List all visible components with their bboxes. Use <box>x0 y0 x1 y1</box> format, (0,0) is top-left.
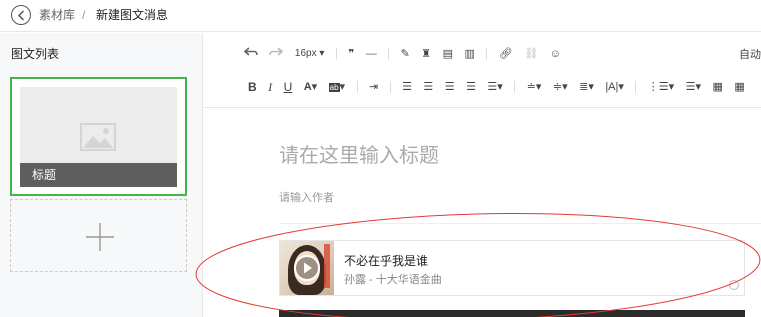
toolbar-divider <box>388 48 390 60</box>
ordered-list-icon[interactable]: ⋮☰▾ <box>648 77 674 97</box>
align-center-icon[interactable]: ☰ <box>423 77 433 97</box>
next-content-block <box>279 310 745 317</box>
paste-text-icon[interactable]: ▤ <box>443 44 453 64</box>
background-color-icon[interactable]: ab▾ <box>328 77 345 97</box>
song-artist: 孙露 - 十大华语金曲 <box>344 274 442 286</box>
toolbar-row-1: 16px ▾ ❞ — ✎ ♜ ▤ ▥ 🔗︎ ⛓︎ ☺ <box>243 44 568 64</box>
undo-icon[interactable] <box>243 44 258 64</box>
breadcrumb-current: 新建图文消息 <box>96 8 169 22</box>
auto-format-label[interactable]: 自动 <box>739 46 761 62</box>
font-color-icon[interactable]: A▾ <box>304 77 317 97</box>
document-icon[interactable]: ▥ <box>464 44 474 64</box>
play-icon[interactable] <box>294 255 320 281</box>
article-list-title: 图文列表 <box>11 47 60 61</box>
plus-icon <box>86 223 114 251</box>
link-icon[interactable]: 🔗︎ <box>499 44 513 64</box>
breadcrumb-root[interactable]: 素材库 <box>39 7 75 23</box>
toolbar-divider <box>486 48 488 60</box>
emoji-icon[interactable]: ☺ <box>550 44 561 64</box>
space-after-icon[interactable]: ≑▾ <box>553 77 568 97</box>
align-right-icon[interactable]: ☰ <box>445 77 455 97</box>
article-list-panel: 图文列表 标题 <box>0 33 203 317</box>
space-before-icon[interactable]: ≐▾ <box>527 77 542 97</box>
music-card[interactable]: 不必在乎我是谁 孙露 - 十大华语金曲 <box>279 240 745 296</box>
article-card-selected[interactable]: 标题 <box>10 77 187 196</box>
unordered-list-icon[interactable]: ☰▾ <box>686 77 701 97</box>
line-height-icon[interactable]: ≣▾ <box>579 77 594 97</box>
bold-icon[interactable]: B <box>248 77 257 97</box>
align-more-icon[interactable]: ☰▾ <box>487 77 502 97</box>
toolbar-divider <box>389 81 391 93</box>
blockquote-icon[interactable]: ❞ <box>348 44 354 64</box>
font-size-value: 16px <box>294 48 317 59</box>
toolbar-divider <box>635 81 637 93</box>
cover-stripe <box>324 244 330 288</box>
format-clear-icon[interactable]: ✎ <box>401 44 410 64</box>
breadcrumb-separator: / <box>82 8 86 22</box>
redo-icon[interactable] <box>269 44 284 64</box>
horizontal-rule-icon[interactable]: — <box>366 44 377 64</box>
music-source-icon <box>729 280 739 290</box>
format-painter-icon[interactable]: ♜ <box>421 44 431 64</box>
editor-divider <box>279 223 761 224</box>
align-left-icon[interactable]: ☰ <box>402 77 412 97</box>
article-card-caption: 标题 <box>20 163 177 187</box>
italic-icon[interactable]: I <box>268 77 272 97</box>
font-size-select[interactable]: 16px ▾ <box>295 44 325 64</box>
image-placeholder-icon <box>80 123 116 151</box>
align-justify-icon[interactable]: ☰ <box>466 77 476 97</box>
indent-icon[interactable]: ⇥ <box>369 77 378 97</box>
toolbar-divider <box>514 81 516 93</box>
back-arrow-icon[interactable] <box>11 5 31 25</box>
toolbar-divider <box>335 48 337 60</box>
album-cover <box>280 241 334 295</box>
toolbar-row-2: B I U A▾ ab▾ ⇥ ☰ ☰ ☰ ☰ ☰▾ ≐▾ ≑▾ ≣▾ |A|▾ … <box>248 77 752 97</box>
table-icon[interactable]: ▦ <box>712 77 722 97</box>
unlink-icon[interactable]: ⛓︎ <box>524 44 538 64</box>
add-article-button[interactable] <box>10 199 187 272</box>
title-input[interactable]: 请在这里输入标题 <box>279 139 439 168</box>
song-title: 不必在乎我是谁 <box>344 254 429 268</box>
underline-icon[interactable]: U <box>284 77 293 97</box>
editor-toolbar: 16px ▾ ❞ — ✎ ♜ ▤ ▥ 🔗︎ ⛓︎ ☺ 自动 B I U A▾ a… <box>204 33 761 108</box>
author-input[interactable]: 请输入作者 <box>279 189 334 205</box>
letter-spacing-icon[interactable]: |A|▾ <box>605 77 624 97</box>
top-breadcrumb-bar: 素材库 / 新建图文消息 <box>0 0 761 32</box>
toolbar-divider <box>356 81 358 93</box>
insert-table-icon[interactable]: ▦ <box>734 77 744 97</box>
article-editor: 请在这里输入标题 请输入作者 不必在乎我是谁 孙露 - 十大华语金曲 <box>204 109 761 317</box>
